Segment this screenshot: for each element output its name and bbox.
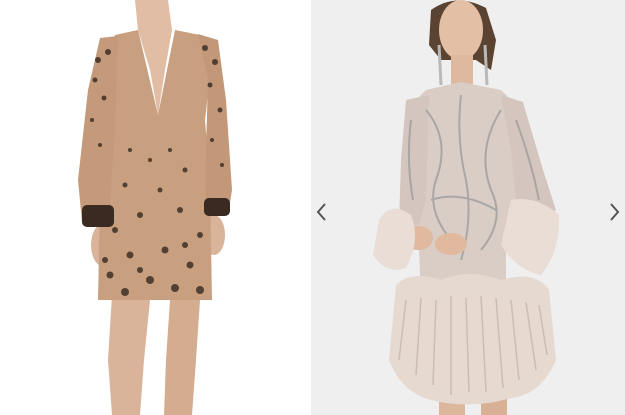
previous-button[interactable] [312,200,330,224]
chevron-left-icon [316,203,326,221]
product-carousel [0,0,625,415]
chevron-right-icon [610,203,620,221]
product-image-feather-dress[interactable] [311,0,625,415]
next-button[interactable] [606,200,624,224]
product-image-sequin-dress[interactable] [0,0,307,415]
